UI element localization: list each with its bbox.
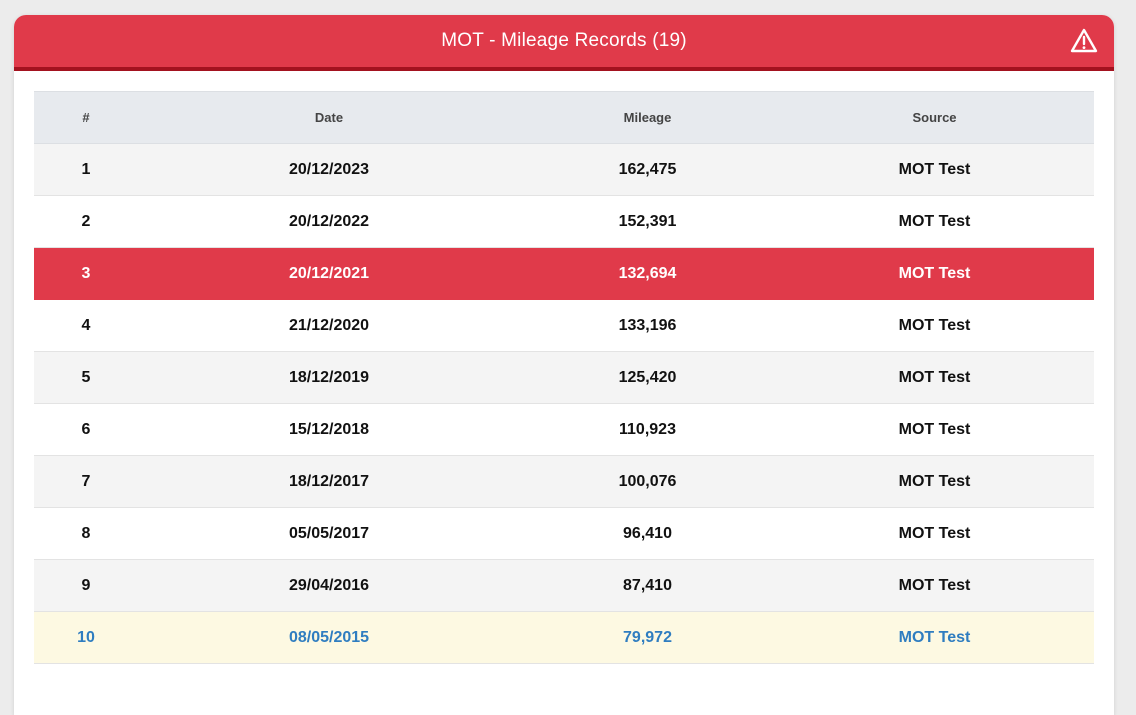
mileage-records-card: MOT - Mileage Records (19) # Date Mileag…	[14, 15, 1114, 715]
cell-date: 18/12/2017	[138, 455, 520, 508]
cell-mileage: 96,410	[520, 507, 775, 560]
cell-mileage: 152,391	[520, 195, 775, 248]
cell-source: MOT Test	[775, 455, 1094, 508]
cell-mileage: 100,076	[520, 455, 775, 508]
table-row: 9 29/04/2016 87,410 MOT Test	[34, 559, 1094, 612]
warning-icon[interactable]	[1070, 28, 1098, 54]
cell-number: 7	[34, 455, 138, 508]
cell-mileage: 87,410	[520, 559, 775, 612]
cell-date: 21/12/2020	[138, 299, 520, 352]
column-header-number: #	[34, 91, 138, 144]
column-header-date: Date	[138, 91, 520, 144]
cell-source: MOT Test	[775, 195, 1094, 248]
cell-source: MOT Test	[775, 351, 1094, 404]
cell-number: 10	[34, 611, 138, 664]
table-body: 1 20/12/2023 162,475 MOT Test 2 20/12/20…	[34, 143, 1094, 664]
cell-number: 3	[34, 247, 138, 300]
cell-date: 20/12/2023	[138, 143, 520, 196]
table-header-row: # Date Mileage Source	[34, 91, 1094, 144]
cell-mileage: 110,923	[520, 403, 775, 456]
column-header-mileage: Mileage	[520, 91, 775, 144]
cell-source: MOT Test	[775, 507, 1094, 560]
cell-number: 4	[34, 299, 138, 352]
cell-mileage: 162,475	[520, 143, 775, 196]
cell-source: MOT Test	[775, 611, 1094, 664]
cell-number: 8	[34, 507, 138, 560]
column-header-source: Source	[775, 91, 1094, 144]
cell-date: 05/05/2017	[138, 507, 520, 560]
card-title: MOT - Mileage Records (19)	[441, 30, 687, 51]
table-row: 6 15/12/2018 110,923 MOT Test	[34, 403, 1094, 456]
cell-number: 1	[34, 143, 138, 196]
table-row: 10 08/05/2015 79,972 MOT Test	[34, 611, 1094, 664]
cell-number: 2	[34, 195, 138, 248]
cell-source: MOT Test	[775, 559, 1094, 612]
mileage-table: # Date Mileage Source 1 20/12/2023 162,4…	[34, 91, 1094, 664]
cell-source: MOT Test	[775, 143, 1094, 196]
cell-mileage: 132,694	[520, 247, 775, 300]
cell-date: 15/12/2018	[138, 403, 520, 456]
cell-mileage: 125,420	[520, 351, 775, 404]
table-row: 8 05/05/2017 96,410 MOT Test	[34, 507, 1094, 560]
cell-date: 18/12/2019	[138, 351, 520, 404]
cell-mileage: 79,972	[520, 611, 775, 664]
cell-source: MOT Test	[775, 299, 1094, 352]
cell-date: 20/12/2022	[138, 195, 520, 248]
table-row: 7 18/12/2017 100,076 MOT Test	[34, 455, 1094, 508]
card-header: MOT - Mileage Records (19)	[14, 15, 1114, 71]
cell-number: 5	[34, 351, 138, 404]
table-row: 2 20/12/2022 152,391 MOT Test	[34, 195, 1094, 248]
cell-date: 08/05/2015	[138, 611, 520, 664]
table-row: 5 18/12/2019 125,420 MOT Test	[34, 351, 1094, 404]
table-row: 1 20/12/2023 162,475 MOT Test	[34, 143, 1094, 196]
cell-source: MOT Test	[775, 403, 1094, 456]
cell-number: 9	[34, 559, 138, 612]
cell-date: 29/04/2016	[138, 559, 520, 612]
mileage-table-wrapper: # Date Mileage Source 1 20/12/2023 162,4…	[34, 91, 1094, 664]
cell-number: 6	[34, 403, 138, 456]
table-row: 4 21/12/2020 133,196 MOT Test	[34, 299, 1094, 352]
cell-source: MOT Test	[775, 247, 1094, 300]
table-row: 3 20/12/2021 132,694 MOT Test	[34, 247, 1094, 300]
cell-date: 20/12/2021	[138, 247, 520, 300]
cell-mileage: 133,196	[520, 299, 775, 352]
